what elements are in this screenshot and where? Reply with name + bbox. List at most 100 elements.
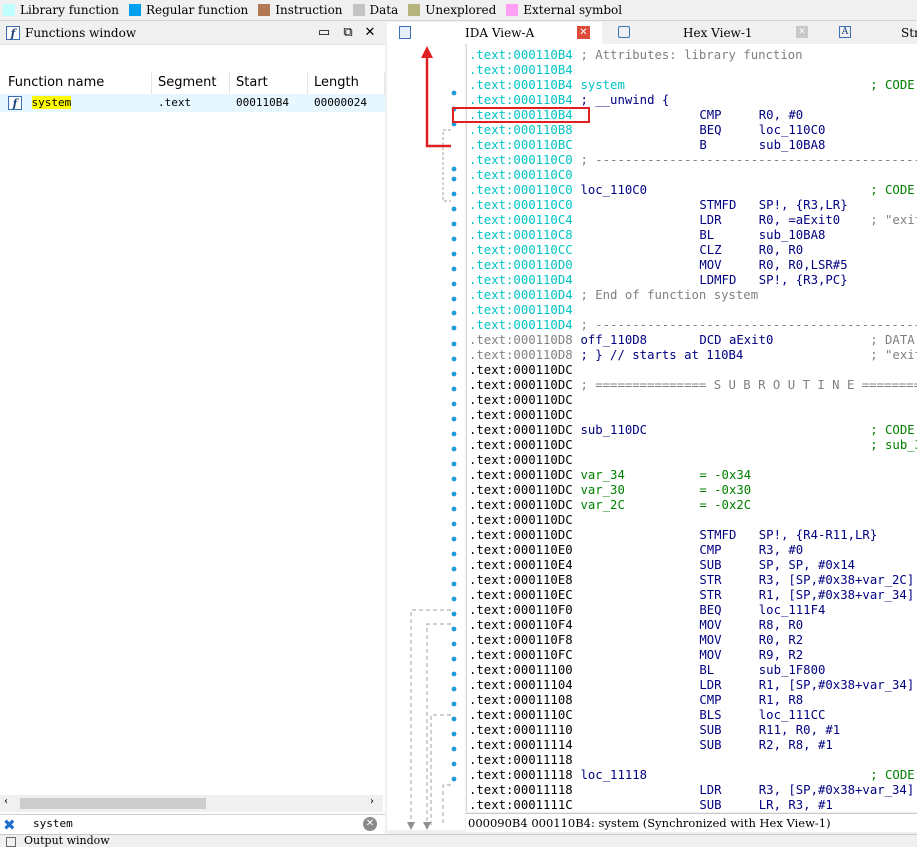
function-name-cell[interactable]: f system bbox=[0, 94, 152, 112]
disasm-token[interactable]: DCD aExit0 bbox=[699, 333, 773, 348]
disasm-line[interactable]: .text:00011118 loc_11118 ; CODE XREF bbox=[469, 768, 915, 783]
disasm-line[interactable]: .text:000110B8 BEQ loc_110C0 bbox=[469, 123, 825, 138]
disasm-line[interactable]: .text:000110DC ; sub_3240 bbox=[469, 438, 917, 453]
disasm-line[interactable]: .text:000110D4 bbox=[469, 303, 573, 318]
disasm-line[interactable]: .text:000110BC Bsub_10BA8 bbox=[469, 138, 825, 153]
disasm-token[interactable]: BLS bbox=[699, 708, 721, 723]
function-search-bar[interactable]: ✖ system ✕ bbox=[0, 814, 385, 835]
disasm-line[interactable]: .text:00011114 SUB R2, R8, #1 bbox=[469, 738, 833, 753]
disasm-token[interactable]: R0, #0 bbox=[759, 108, 803, 123]
disasm-token[interactable]: BEQ bbox=[699, 123, 721, 138]
disasm-token[interactable]: MOV bbox=[699, 618, 721, 633]
disasm-line[interactable]: .text:000110B4 bbox=[469, 63, 573, 78]
disasm-line[interactable]: .text:000110E4 SUB SP, SP, #0x14 bbox=[469, 558, 855, 573]
disasm-token[interactable]: R0, =aExit0 bbox=[759, 213, 840, 228]
disasm-line[interactable]: .text:000110B4 ; Attributes: library func… bbox=[469, 48, 803, 63]
disasm-token[interactable]: ; CODE XREF bbox=[870, 768, 917, 783]
disasm-line[interactable]: .text:000110C0 STMFD SP!, {R3,LR} bbox=[469, 198, 848, 213]
disasm-token[interactable]: SUB bbox=[699, 558, 721, 573]
disasm-token[interactable]: R9, R2 bbox=[759, 648, 803, 663]
disasm-token[interactable]: SUB bbox=[699, 723, 721, 738]
disasm-line[interactable]: .text:000110CC CLZ R0, R0 bbox=[469, 243, 803, 258]
disasm-token[interactable]: SP, SP, #0x14 bbox=[759, 558, 855, 573]
disasm-token[interactable]: ; "exit 0" bbox=[870, 213, 917, 228]
disasm-token[interactable]: CLZ bbox=[699, 243, 721, 258]
disasm-token[interactable]: CMP bbox=[699, 108, 721, 123]
scroll-right-icon[interactable]: › bbox=[370, 796, 374, 807]
disasm-line[interactable]: .text:000110DC var_30 = -0x30 bbox=[469, 483, 751, 498]
disasm-token[interactable]: loc_111F4 bbox=[759, 603, 826, 618]
disasm-line[interactable]: .text:000110C0 bbox=[469, 168, 573, 183]
disasm-token[interactable]: ; CODE XREF bbox=[870, 183, 917, 198]
disasm-line[interactable]: .text:000110C0 loc_110C0 ; CODE XREF bbox=[469, 183, 915, 198]
output-window-tab[interactable]: Output window bbox=[0, 834, 917, 847]
disasm-token[interactable]: SUB bbox=[699, 798, 721, 812]
disasm-line[interactable]: .text:000110C8 BL sub_10BA8 bbox=[469, 228, 825, 243]
disasm-line[interactable]: .text:0001111C SUB LR, R3, #1 bbox=[469, 798, 833, 812]
column-header[interactable]: Function name bbox=[0, 72, 152, 94]
disasm-token[interactable]: R1, [SP,#0x38+var_34] bbox=[759, 588, 914, 603]
disasm-line[interactable]: .text:00011118 LDR R3, [SP,#0x38+var_34] bbox=[469, 783, 914, 798]
disasm-token[interactable]: MOV bbox=[699, 648, 721, 663]
disasm-token[interactable]: ; CODE XREF bbox=[870, 78, 917, 93]
disasm-line[interactable]: .text:000110D8 off_110D8 DCD aExit0 ; DATA … bbox=[469, 333, 915, 348]
disasm-token[interactable]: R8, R0 bbox=[759, 618, 803, 633]
disasm-token[interactable]: = -0x30 bbox=[699, 483, 751, 498]
disasm-line[interactable]: .text:000110C0 ; ------------------------… bbox=[469, 153, 917, 168]
disasm-token[interactable]: = -0x2C bbox=[699, 498, 751, 513]
disasm-line[interactable]: .text:000110B4 ; __unwind { bbox=[469, 93, 669, 108]
horizontal-scrollbar[interactable]: ‹ › bbox=[0, 795, 383, 812]
disasm-line[interactable]: .text:00011118 bbox=[469, 753, 573, 768]
disasm-token[interactable]: sub_110DC bbox=[580, 423, 647, 438]
disasm-token[interactable]: R2, R8, #1 bbox=[759, 738, 833, 753]
disasm-token[interactable]: var_2C bbox=[580, 498, 624, 513]
window-restore-icon[interactable]: ▭ bbox=[316, 25, 332, 41]
disasm-line[interactable]: .text:000110DC bbox=[469, 393, 573, 408]
column-header[interactable]: Length bbox=[308, 72, 385, 94]
tab-hex-view-1[interactable]: Hex View-1 ✕ bbox=[605, 22, 823, 44]
disasm-token[interactable]: var_34 bbox=[580, 468, 624, 483]
tab-strings[interactable]: A Str bbox=[827, 22, 917, 44]
disasm-token[interactable]: LDMFD bbox=[699, 273, 736, 288]
window-float-icon[interactable]: ⧉ bbox=[340, 25, 356, 41]
disasm-line[interactable]: .text:00011108 CMP R1, R8 bbox=[469, 693, 803, 708]
disasm-line[interactable]: .text:000110DC bbox=[469, 513, 573, 528]
disasm-token[interactable]: ; __unwind { bbox=[580, 93, 669, 108]
disasm-token[interactable]: R1, [SP,#0x38+var_34] bbox=[759, 678, 914, 693]
disasm-token[interactable]: R1, R8 bbox=[759, 693, 803, 708]
disasm-token[interactable]: sub_10BA8 bbox=[759, 138, 826, 153]
disasm-line[interactable]: .text:000110B4 system ; CODE XREF bbox=[469, 78, 915, 93]
clear-search-icon[interactable]: ✕ bbox=[363, 817, 377, 831]
disasm-token[interactable]: = -0x34 bbox=[699, 468, 751, 483]
disasm-token[interactable]: SP!, {R3,PC} bbox=[759, 273, 848, 288]
disasm-line[interactable]: .text:000110DC var_34 = -0x34 bbox=[469, 468, 751, 483]
disasm-token[interactable]: CMP bbox=[699, 543, 721, 558]
disasm-line[interactable]: .text:000110E0 CMP R3, #0 bbox=[469, 543, 803, 558]
disasm-token[interactable]: ; Attributes: library function bbox=[580, 48, 802, 63]
disasm-line[interactable]: .text:000110E8 STR R3, [SP,#0x38+var_2C] bbox=[469, 573, 914, 588]
disasm-token[interactable]: loc_110C0 bbox=[759, 123, 826, 138]
disasm-token[interactable]: R3, [SP,#0x38+var_34] bbox=[759, 783, 914, 798]
disasm-token[interactable]: R0, R0 bbox=[759, 243, 803, 258]
disasm-line[interactable]: .text:00011110 SUB R11, R0, #1 bbox=[469, 723, 840, 738]
disasm-token[interactable]: STMFD bbox=[699, 528, 736, 543]
disasm-token[interactable]: R3, #0 bbox=[759, 543, 803, 558]
disasm-token[interactable]: LDR bbox=[699, 783, 721, 798]
disasm-line[interactable]: .text:000110DC sub_110DC ; CODE XREF bbox=[469, 423, 915, 438]
disasm-token[interactable]: R3, [SP,#0x38+var_2C] bbox=[759, 573, 914, 588]
disasm-token[interactable]: ; --------------------------------------… bbox=[580, 318, 917, 333]
disasm-line[interactable]: .text:000110D4 LDMFD SP!, {R3,PC} bbox=[469, 273, 848, 288]
scrollbar-thumb[interactable] bbox=[20, 798, 206, 809]
disasm-token[interactable]: ; } // starts at 110B4 bbox=[580, 348, 743, 363]
disasm-token[interactable]: B bbox=[699, 138, 706, 153]
disasm-token[interactable]: R11, R0, #1 bbox=[759, 723, 840, 738]
disassembly-view[interactable]: .text:000110B4 ; Attributes: library func… bbox=[466, 44, 917, 812]
disasm-token[interactable]: loc_11118 bbox=[580, 768, 647, 783]
disasm-line[interactable]: .text:000110DC STMFD SP!, {R4-R11,LR} bbox=[469, 528, 877, 543]
disasm-token[interactable]: CMP bbox=[699, 693, 721, 708]
column-header[interactable]: Start bbox=[230, 72, 308, 94]
disasm-token[interactable]: LDR bbox=[699, 678, 721, 693]
disasm-token[interactable]: ; --------------------------------------… bbox=[580, 153, 917, 168]
close-tab-icon[interactable]: ✕ bbox=[796, 26, 808, 38]
close-tab-icon[interactable]: ✕ bbox=[577, 26, 590, 39]
